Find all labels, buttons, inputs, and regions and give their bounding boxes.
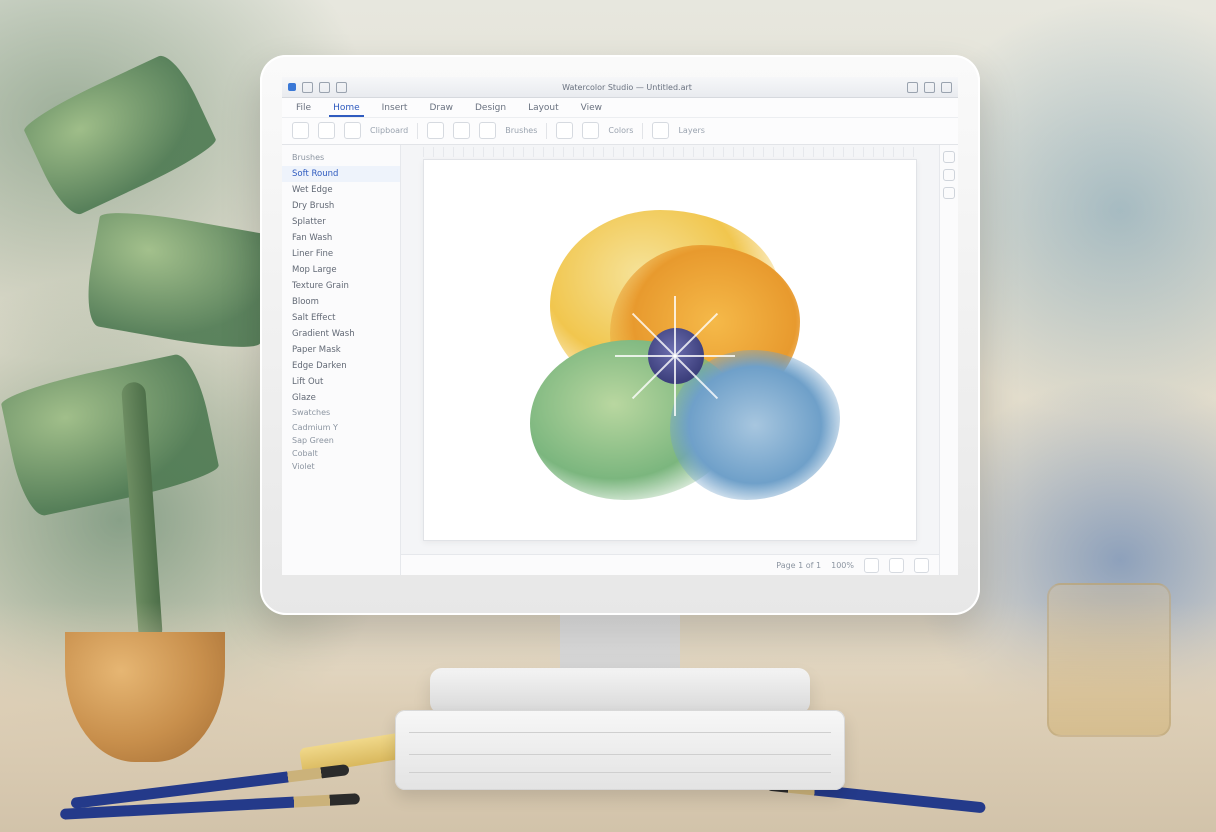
swatch-item[interactable]: Violet [282,460,400,473]
swatch-item[interactable]: Cobalt [282,447,400,460]
sidebar-item[interactable]: Glaze [282,390,400,406]
tab-layout[interactable]: Layout [524,101,563,117]
sidebar-item[interactable]: Dry Brush [282,198,400,214]
group-brushes-label: Brushes [505,126,537,135]
plant-leaf [20,49,221,221]
eraser-button[interactable] [453,122,470,139]
sidebar-item[interactable]: Soft Round [282,166,400,182]
minimize-icon[interactable] [907,82,918,93]
canvas-page[interactable] [423,159,917,541]
monitor-bezel: Watercolor Studio — Untitled.art File Ho… [282,77,958,575]
rail-layers-icon[interactable] [943,169,955,181]
sidebar: Brushes Soft Round Wet Edge Dry Brush Sp… [282,145,401,575]
sidebar-item[interactable]: Wet Edge [282,182,400,198]
copy-button[interactable] [344,122,361,139]
artwork-flower [424,160,916,540]
canvas-area[interactable]: Page 1 of 1 100% [401,145,939,575]
brush-button[interactable] [427,122,444,139]
rail-properties-icon[interactable] [943,151,955,163]
fill-button[interactable] [479,122,496,139]
plant-leaf [81,205,279,354]
sidebar-item[interactable]: Mop Large [282,262,400,278]
tab-home[interactable]: Home [329,101,364,117]
quick-save-icon[interactable] [302,82,313,93]
app-body: Brushes Soft Round Wet Edge Dry Brush Sp… [282,145,958,575]
group-clipboard-label: Clipboard [370,126,408,135]
right-rail [939,145,958,575]
ruler-horizontal [423,147,917,157]
app-icon [288,83,296,91]
keyboard [395,710,845,790]
status-zoom: 100% [831,561,854,570]
sidebar-item[interactable]: Splatter [282,214,400,230]
sidebar-header-swatches: Swatches [282,406,400,421]
statusbar: Page 1 of 1 100% [401,554,939,575]
ribbon-tools: Clipboard Brushes Colors Layers [282,118,958,143]
rail-history-icon[interactable] [943,187,955,199]
water-jar [1047,583,1171,737]
sidebar-item[interactable]: Liner Fine [282,246,400,262]
monitor: Watercolor Studio — Untitled.art File Ho… [260,55,980,615]
cut-button[interactable] [318,122,335,139]
close-icon[interactable] [941,82,952,93]
paste-button[interactable] [292,122,309,139]
tab-draw[interactable]: Draw [425,101,457,117]
titlebar[interactable]: Watercolor Studio — Untitled.art [282,77,958,98]
swatch-item[interactable]: Cadmium Y [282,421,400,434]
sidebar-item[interactable]: Salt Effect [282,310,400,326]
palette-button[interactable] [582,122,599,139]
swatch-item[interactable]: Sap Green [282,434,400,447]
maximize-icon[interactable] [924,82,935,93]
sidebar-item[interactable]: Fan Wash [282,230,400,246]
sidebar-header-brushes: Brushes [282,151,400,166]
sidebar-item[interactable]: Paper Mask [282,342,400,358]
redo-icon[interactable] [336,82,347,93]
color-picker-button[interactable] [556,122,573,139]
zoom-out-button[interactable] [864,558,879,573]
fit-page-button[interactable] [914,558,929,573]
group-colors-label: Colors [608,126,633,135]
sidebar-item[interactable]: Gradient Wash [282,326,400,342]
app-window: Watercolor Studio — Untitled.art File Ho… [282,77,958,575]
tab-view[interactable]: View [577,101,606,117]
window-title: Watercolor Studio — Untitled.art [562,83,692,92]
layers-button[interactable] [652,122,669,139]
zoom-in-button[interactable] [889,558,904,573]
group-layers-label: Layers [678,126,704,135]
sidebar-item[interactable]: Texture Grain [282,278,400,294]
undo-icon[interactable] [319,82,330,93]
tab-insert[interactable]: Insert [378,101,412,117]
desk-scene: Watercolor Studio — Untitled.art File Ho… [0,0,1216,832]
sidebar-item[interactable]: Lift Out [282,374,400,390]
status-page: Page 1 of 1 [776,561,821,570]
plant-leaf [0,351,221,520]
monitor-stand-base [430,668,810,714]
tab-design[interactable]: Design [471,101,510,117]
ribbon: File Home Insert Draw Design Layout View… [282,98,958,145]
ribbon-tabs: File Home Insert Draw Design Layout View [282,98,958,118]
sidebar-item[interactable]: Edge Darken [282,358,400,374]
sidebar-item[interactable]: Bloom [282,294,400,310]
tab-file[interactable]: File [292,101,315,117]
